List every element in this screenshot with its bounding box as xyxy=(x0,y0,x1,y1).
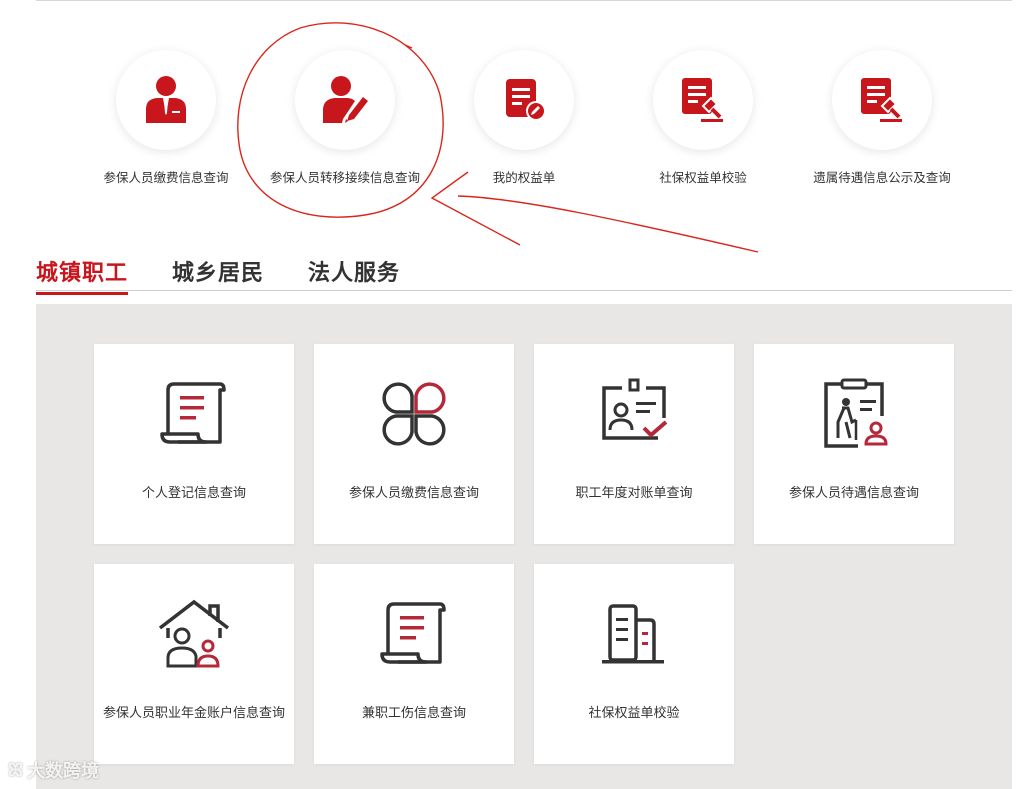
watermark-text: 大数跨境 xyxy=(26,761,99,782)
quick-service-survivor-benefits[interactable]: 遗属待遇信息公示及查询 xyxy=(797,50,967,185)
buildings-icon xyxy=(602,604,664,664)
scroll-document-icon xyxy=(380,602,446,664)
quick-service-transfer-info[interactable]: 参保人员转移接续信息查询 xyxy=(260,50,430,185)
quick-service-label: 遗属待遇信息公示及查询 xyxy=(813,170,951,185)
tab-urban-rural-residents[interactable]: 城乡居民 xyxy=(172,255,264,292)
id-card-check-icon xyxy=(602,378,668,440)
card-annual-statement[interactable]: 职工年度对账单查询 xyxy=(534,344,734,544)
quick-service-circle xyxy=(474,50,574,150)
card-payment-info[interactable]: 参保人员缴费信息查询 xyxy=(314,344,514,544)
elderly-clipboard-icon xyxy=(824,378,888,448)
card-benefits-info[interactable]: 参保人员待遇信息查询 xyxy=(754,344,954,544)
card-label: 参保人员待遇信息查询 xyxy=(788,486,919,501)
watermark-logo-icon: ꕤ xyxy=(8,759,23,781)
person-edit-icon xyxy=(323,76,368,123)
document-gavel-icon xyxy=(861,78,902,122)
document-edit-icon xyxy=(506,79,546,121)
document-gavel-icon xyxy=(682,78,723,122)
card-rights-verify[interactable]: 社保权益单校验 xyxy=(534,564,734,764)
scroll-document-icon xyxy=(160,382,226,444)
quick-service-rights-verify[interactable]: 社保权益单校验 xyxy=(618,50,788,185)
quick-service-circle xyxy=(295,50,395,150)
card-label: 个人登记信息查询 xyxy=(141,486,246,501)
quick-service-circle xyxy=(653,50,753,150)
card-label: 参保人员缴费信息查询 xyxy=(348,486,479,501)
category-tabs: 城镇职工 城乡居民 法人服务 xyxy=(36,252,1012,295)
card-label: 社保权益单校验 xyxy=(588,706,680,721)
card-personal-registration[interactable]: 个人登记信息查询 xyxy=(94,344,294,544)
card-label: 职工年度对账单查询 xyxy=(575,486,693,501)
tab-urban-employees[interactable]: 城镇职工 xyxy=(36,255,129,295)
quick-service-label: 社保权益单校验 xyxy=(659,170,747,185)
four-petal-icon xyxy=(382,382,446,446)
quick-service-label: 参保人员转移接续信息查询 xyxy=(269,170,420,185)
quick-service-circle xyxy=(116,50,216,150)
card-label: 参保人员职业年金账户信息查询 xyxy=(102,706,285,721)
watermark: ꕤ 大数跨境 xyxy=(8,757,99,783)
service-card-panel: 个人登记信息查询 参保人员缴费信息查询 职工年度对账单查询 参保人员待遇信息查询… xyxy=(36,304,1012,789)
house-family-icon xyxy=(158,599,230,668)
quick-service-my-rights[interactable]: 我的权益单 xyxy=(439,50,609,185)
quick-service-label: 参保人员缴费信息查询 xyxy=(103,170,229,185)
card-part-time-injury[interactable]: 兼职工伤信息查询 xyxy=(314,564,514,764)
official-person-icon xyxy=(146,76,186,123)
quick-service-payment-info[interactable]: 参保人员缴费信息查询 xyxy=(81,50,251,185)
card-label: 兼职工伤信息查询 xyxy=(361,706,466,721)
top-divider xyxy=(36,0,1012,1)
quick-service-circle xyxy=(832,50,932,150)
tab-legal-entity-services[interactable]: 法人服务 xyxy=(308,255,400,292)
card-occupational-annuity[interactable]: 参保人员职业年金账户信息查询 xyxy=(94,564,294,764)
quick-service-label: 我的权益单 xyxy=(492,170,556,185)
